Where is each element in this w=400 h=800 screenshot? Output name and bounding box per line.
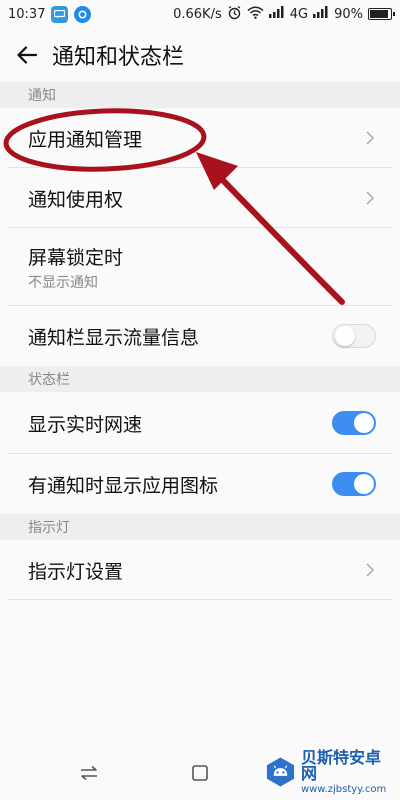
home-square-icon[interactable]	[189, 762, 211, 784]
notification-access-item[interactable]: 通知使用权	[0, 168, 400, 228]
app-notification-management-label: 应用通知管理	[28, 128, 143, 151]
watermark-name: 贝斯特安卓网	[300, 747, 381, 783]
show-traffic-info-label: 通知栏显示流量信息	[28, 326, 200, 349]
lock-screen-label: 屏幕锁定时	[28, 246, 124, 269]
section-header-indicator: 指示灯	[0, 514, 400, 540]
network-type: 4G	[289, 6, 309, 22]
alarm-icon	[227, 5, 242, 24]
switch-apps-icon[interactable]	[78, 762, 100, 784]
realtime-speed-label: 显示实时网速	[28, 413, 143, 436]
status-bar: 10:37 0.66K/s 4G 90%	[0, 0, 400, 28]
wifi-icon	[247, 6, 264, 23]
watermark-url: www.zjbstyy.com	[300, 783, 387, 795]
realtime-speed-toggle[interactable]	[332, 411, 376, 435]
app-notification-management-item[interactable]: 应用通知管理	[0, 108, 400, 168]
network-speed: 0.66K/s	[173, 6, 222, 22]
toggle-knob	[354, 474, 374, 494]
show-app-icon-item[interactable]: 有通知时显示应用图标	[0, 454, 400, 514]
show-traffic-info-item[interactable]: 通知栏显示流量信息	[0, 306, 400, 366]
back-arrow-icon[interactable]	[4, 28, 50, 82]
chevron-right-icon	[366, 563, 375, 577]
lock-screen-value: 不显示通知	[28, 274, 98, 291]
watermark: 贝斯特安卓网 www.zjbstyy.com	[264, 747, 394, 795]
signal-icon-2	[313, 6, 329, 22]
cloud-app-icon	[74, 5, 92, 23]
chevron-right-icon	[366, 191, 375, 205]
toggle-knob	[335, 326, 355, 346]
notification-access-label: 通知使用权	[28, 188, 124, 211]
realtime-speed-item[interactable]: 显示实时网速	[0, 392, 400, 454]
show-app-icon-toggle[interactable]	[332, 472, 376, 496]
show-app-icon-label: 有通知时显示应用图标	[28, 474, 219, 497]
indicator-settings-label: 指示灯设置	[28, 560, 124, 583]
status-time: 10:37	[8, 6, 46, 22]
page-title: 通知和状态栏	[52, 45, 185, 70]
divider	[8, 599, 392, 600]
battery-icon	[368, 8, 395, 20]
app-header: 通知和状态栏	[0, 28, 400, 82]
chevron-right-icon	[366, 131, 375, 145]
battery-level	[370, 10, 388, 18]
lock-screen-item[interactable]: 屏幕锁定时 不显示通知	[0, 228, 400, 306]
indicator-settings-item[interactable]: 指示灯设置	[0, 540, 400, 600]
message-app-icon	[51, 5, 69, 23]
section-header-status-bar: 状态栏	[0, 366, 400, 392]
signal-icon	[268, 6, 285, 22]
android-logo	[266, 757, 295, 787]
show-traffic-info-toggle[interactable]	[332, 324, 376, 348]
section-header-notifications: 通知	[0, 82, 400, 108]
toggle-knob	[354, 413, 374, 433]
battery-percent: 90%	[334, 6, 363, 22]
